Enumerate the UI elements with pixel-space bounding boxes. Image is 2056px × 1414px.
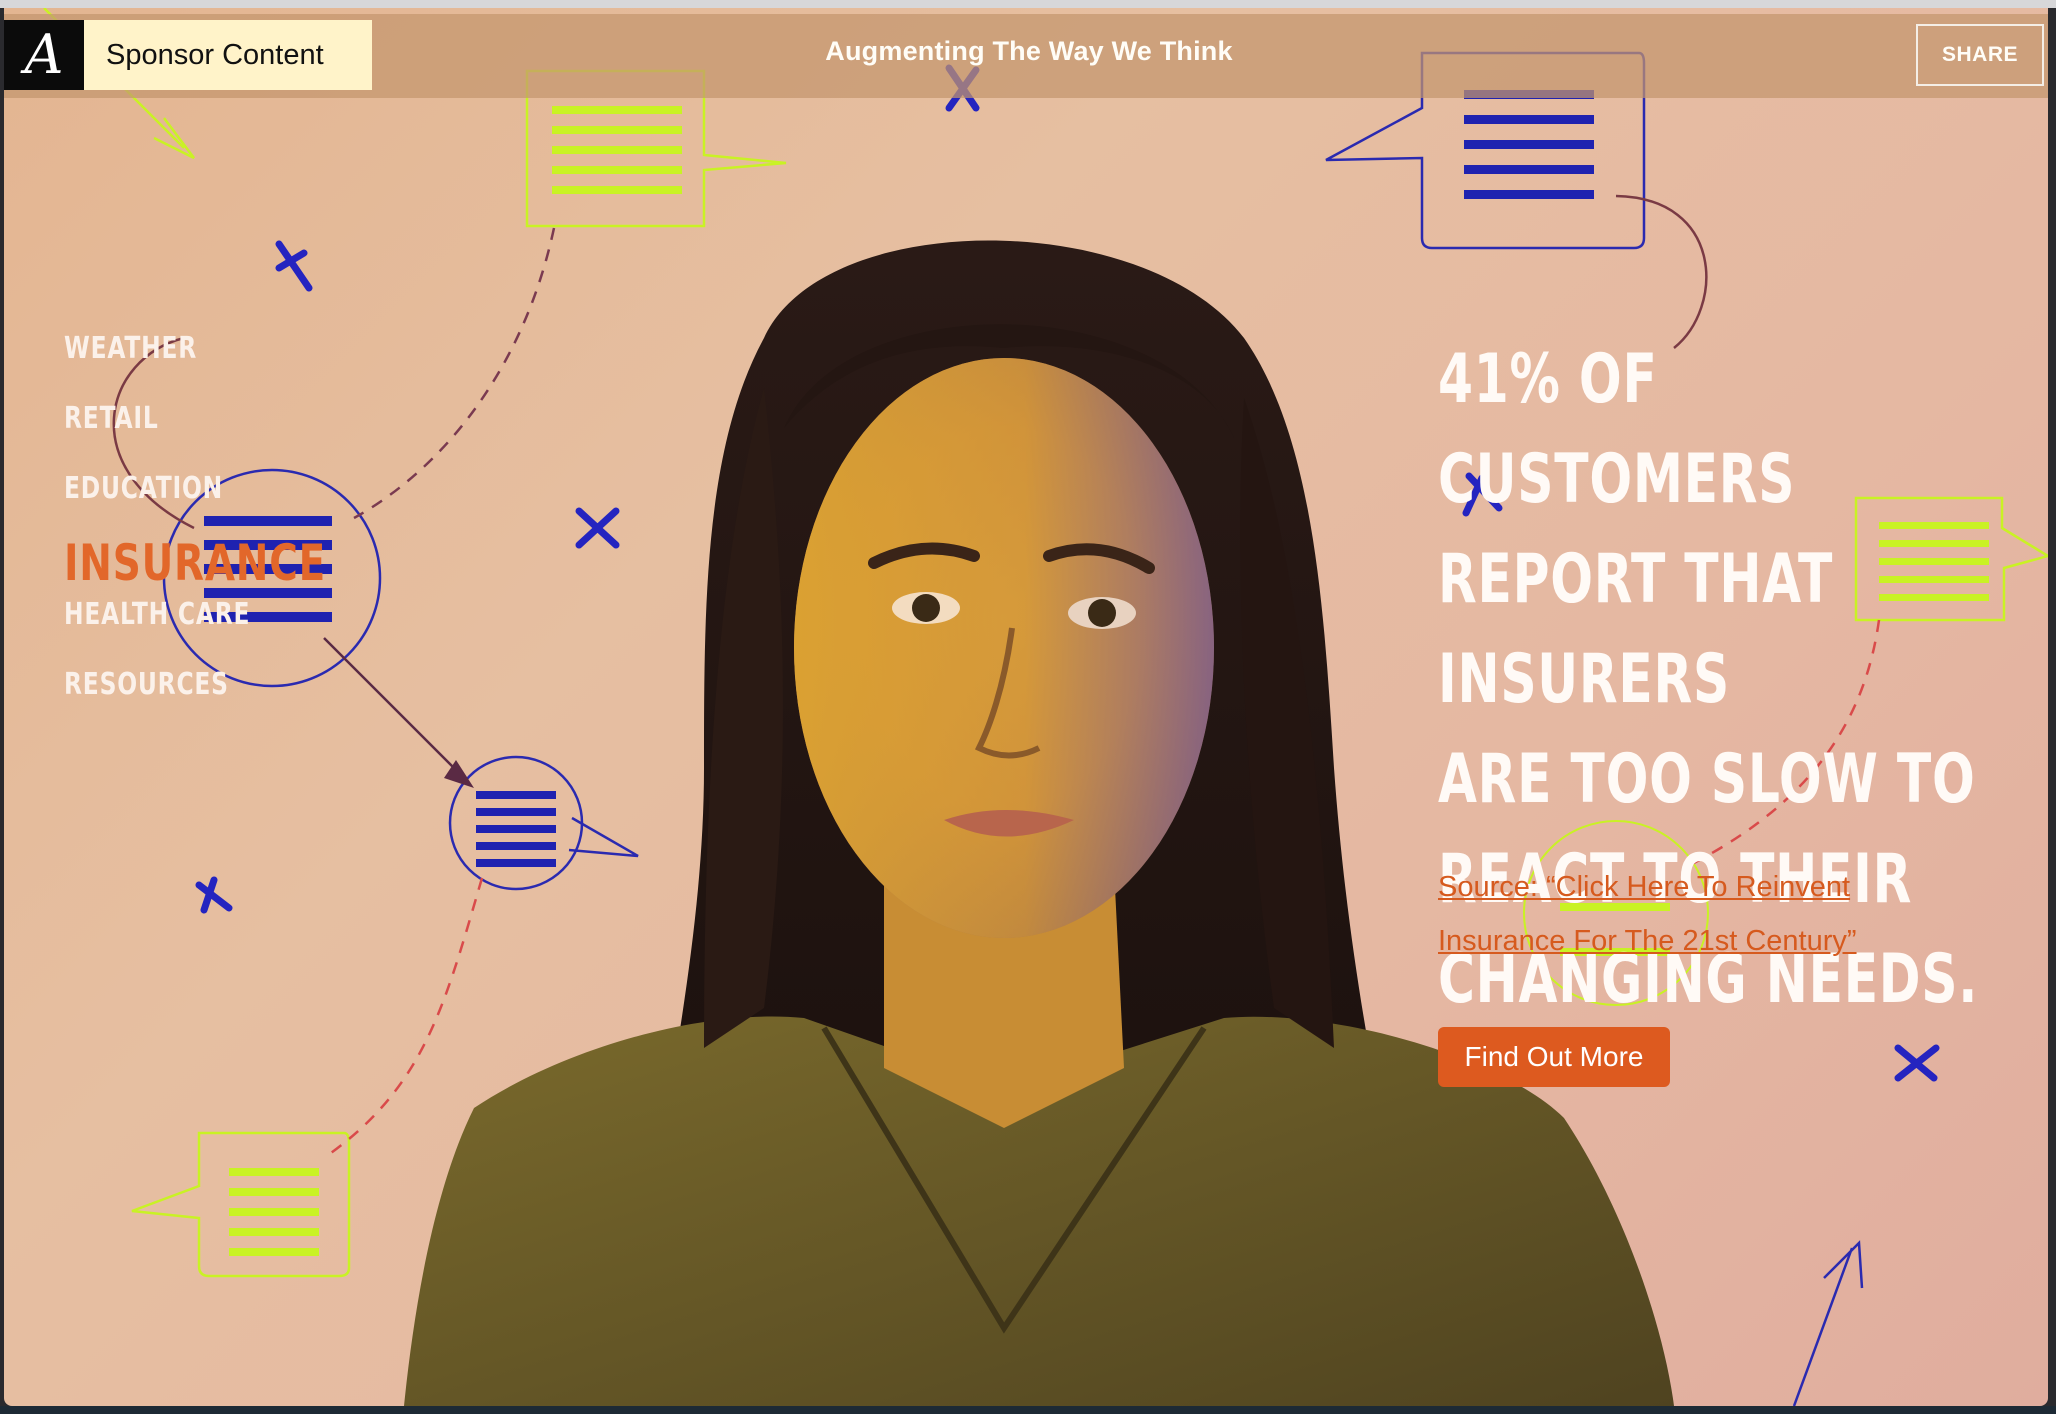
nav-item-insurance[interactable]: INSURANCE (64, 528, 325, 598)
site-header: A Sponsor Content Augmenting The Way We … (4, 14, 2048, 98)
page-title: Augmenting The Way We Think (825, 36, 1233, 66)
topic-nav: WEATHER RETAIL EDUCATION INSURANCE HEALT… (64, 326, 325, 732)
source-link-line: Insurance For The 21st Century” (1438, 925, 1857, 957)
find-out-more-button[interactable]: Find Out More (1438, 1027, 1670, 1087)
taskbar-strip (0, 1406, 2056, 1414)
browser-top-strip (0, 0, 2056, 8)
nav-item-retail[interactable]: RETAIL (64, 396, 267, 466)
headline-line: ARE TOO SLOW TO (1438, 740, 1976, 819)
nav-item-education[interactable]: EDUCATION (64, 466, 267, 536)
nav-item-health-care[interactable]: HEALTH CARE (64, 592, 267, 662)
share-button[interactable]: SHARE (1916, 24, 2044, 86)
source-link-line: Source: “Click Here To Reinvent (1438, 871, 1851, 903)
lime-bottom-bubble-icon (131, 1131, 351, 1278)
nav-item-resources[interactable]: RESOURCES (64, 662, 267, 732)
headline-line: 41% OF CUSTOMERS (1438, 340, 1796, 519)
source-link[interactable]: Source: “Click Here To Reinvent Insuranc… (1438, 860, 1958, 968)
sponsor-content-label: Sponsor Content (84, 20, 372, 90)
atlantic-logo[interactable]: A (4, 20, 84, 90)
nav-item-weather[interactable]: WEATHER (64, 326, 267, 396)
small-blue-bubble-icon (448, 755, 639, 891)
page-viewport: A Sponsor Content Augmenting The Way We … (4, 8, 2048, 1406)
headline-line: REPORT THAT INSURERS (1438, 540, 1834, 719)
